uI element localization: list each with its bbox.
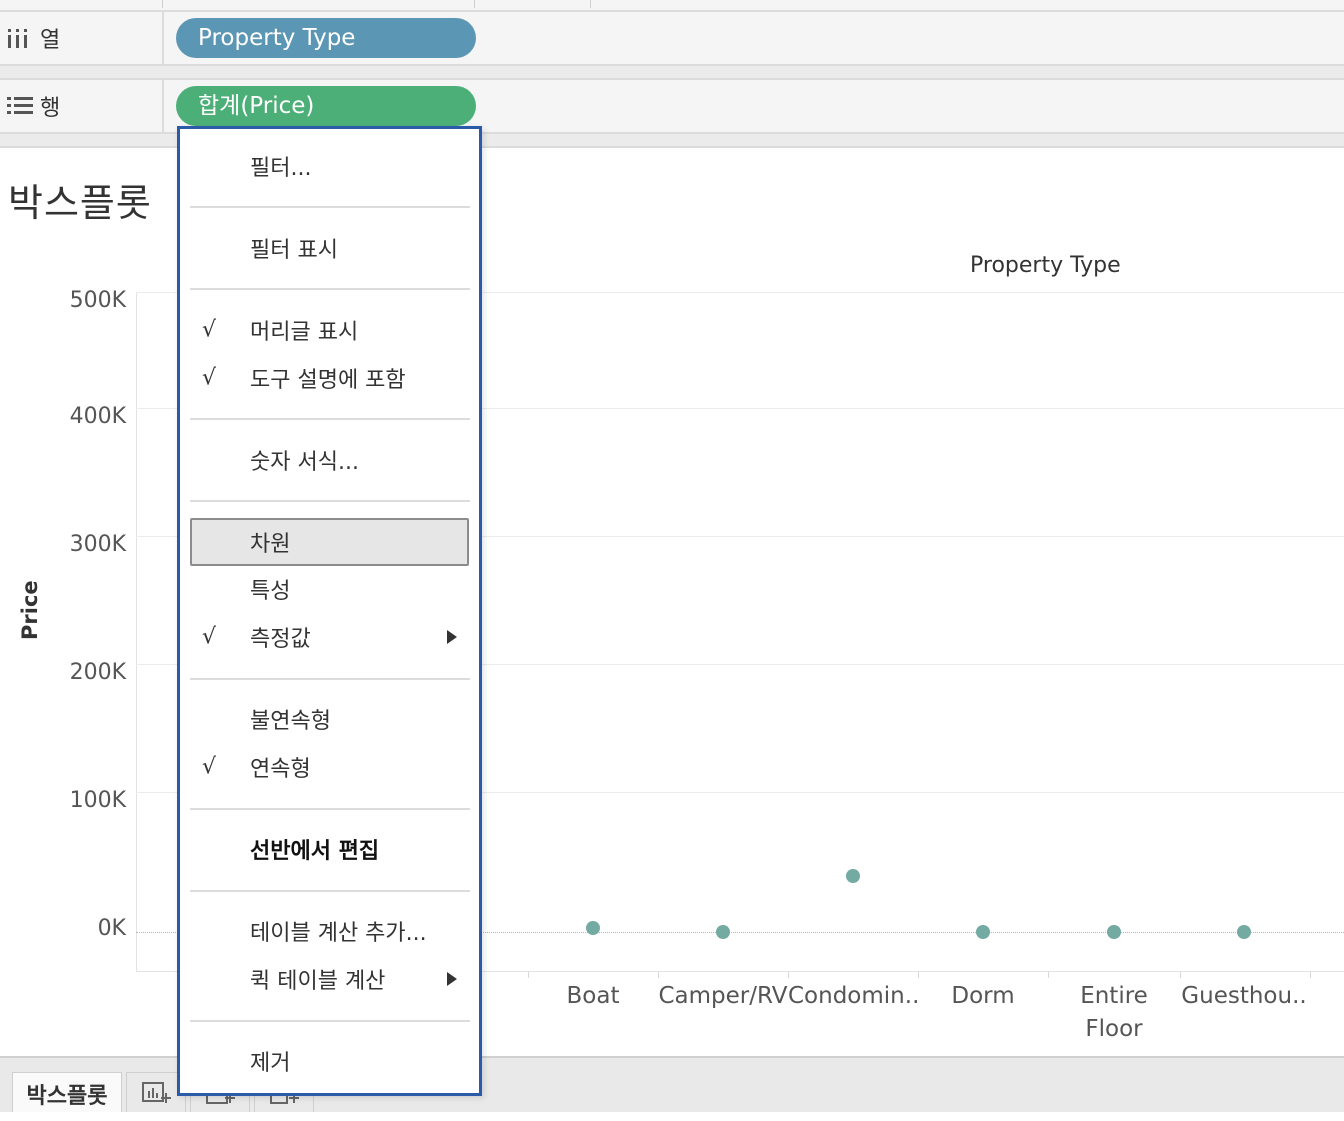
menu-item-measure[interactable]: √ 측정값: [180, 617, 479, 657]
menu-item-label: 측정값: [250, 627, 311, 652]
submenu-arrow-icon: [447, 972, 457, 986]
menu-item-label: 불연속형: [250, 709, 331, 734]
data-point[interactable]: [846, 868, 860, 883]
property-type-pill[interactable]: Property Type: [176, 18, 476, 58]
menu-item-label: 차원: [250, 532, 291, 557]
x-label-line: Entire: [1080, 983, 1148, 1009]
data-point[interactable]: [976, 925, 990, 939]
menu-item-label: 연속형: [250, 757, 311, 782]
menu-item-continuous[interactable]: √ 연속형: [180, 747, 479, 787]
x-category-label[interactable]: Boat: [528, 980, 658, 1013]
check-icon: √: [202, 624, 217, 650]
column-separator: [788, 972, 789, 978]
submenu-arrow-icon: [447, 630, 457, 644]
x-label-line: Boat: [566, 983, 620, 1009]
menu-separator: [190, 808, 470, 810]
y-axis-line: [136, 292, 137, 972]
menu-item-show-filter[interactable]: 필터 표시: [180, 228, 479, 268]
menu-item-label: 머리글 표시: [250, 320, 359, 345]
x-label-line: Dorm: [951, 983, 1015, 1009]
x-category-label[interactable]: Entire Floor: [1049, 980, 1179, 1046]
menu-separator: [190, 288, 470, 290]
menu-item-remove[interactable]: 제거: [180, 1041, 479, 1081]
sheet-tab-boxplot[interactable]: 박스플롯: [12, 1072, 122, 1112]
menu-separator: [190, 890, 470, 892]
sheet-title: 박스플롯: [8, 181, 152, 225]
menu-item-label: 숫자 서식...: [250, 450, 359, 475]
column-separator: [1048, 972, 1049, 978]
columns-shelf-label: 열: [0, 12, 164, 64]
columns-icon: [8, 29, 27, 48]
divider: [590, 0, 591, 8]
check-icon: √: [202, 754, 217, 780]
y-tick-label: 0K: [97, 916, 126, 941]
rows-shelf-label: 행: [0, 80, 164, 132]
menu-item-attribute[interactable]: 특성: [180, 569, 479, 609]
x-category-label[interactable]: Guesthou..: [1179, 980, 1309, 1013]
column-separator: [1180, 972, 1181, 978]
data-point[interactable]: [716, 925, 730, 939]
y-tick-label: 300K: [69, 532, 126, 557]
columns-shelf[interactable]: 열 Property Type: [0, 12, 1344, 66]
y-tick-label: 400K: [69, 404, 126, 429]
menu-item-label: 테이블 계산 추가...: [250, 921, 427, 946]
menu-item-label: 도구 설명에 포함: [250, 368, 406, 393]
sum-price-pill[interactable]: 합계(Price): [176, 86, 476, 126]
check-icon: √: [202, 365, 217, 391]
menu-separator: [190, 678, 470, 680]
column-separator: [658, 972, 659, 978]
menu-item-show-header[interactable]: √ 머리글 표시: [180, 310, 479, 350]
menu-item-edit-in-shelf[interactable]: 선반에서 편집: [180, 829, 479, 869]
menu-item-discrete[interactable]: 불연속형: [180, 699, 479, 739]
menu-item-filter[interactable]: 필터...: [180, 146, 479, 186]
menu-item-include-tooltip[interactable]: √ 도구 설명에 포함: [180, 358, 479, 398]
menu-item-dimension[interactable]: 차원: [190, 518, 469, 566]
data-point[interactable]: [586, 921, 600, 936]
x-label-line: Floor: [1085, 1016, 1143, 1042]
divider: [474, 0, 475, 8]
x-label-line: Guesthou..: [1181, 983, 1307, 1009]
column-header[interactable]: Property Type: [970, 253, 1121, 278]
x-label-line: Camper/RV: [658, 983, 788, 1009]
menu-separator: [190, 500, 470, 502]
menu-separator: [190, 206, 470, 208]
x-category-label[interactable]: Dorm: [918, 980, 1048, 1013]
menu-item-label: 필터 표시: [250, 238, 338, 263]
column-separator: [918, 972, 919, 978]
y-tick-label: 200K: [69, 660, 126, 685]
y-tick-label: 100K: [69, 788, 126, 813]
menu-item-label: 제거: [250, 1051, 291, 1076]
menu-item-quick-table-calc[interactable]: 퀵 테이블 계산: [180, 959, 479, 999]
y-axis-title[interactable]: Price: [18, 580, 42, 640]
x-category-label[interactable]: Condomin..: [788, 980, 920, 1013]
columns-label: 열: [40, 28, 61, 53]
menu-item-label: 선반에서 편집: [250, 839, 380, 864]
rows-icon: [7, 97, 33, 114]
shelf-divider: [0, 66, 1344, 80]
menu-separator: [190, 1020, 470, 1022]
rows-label: 행: [40, 96, 61, 121]
menu-item-add-table-calc[interactable]: 테이블 계산 추가...: [180, 911, 479, 951]
column-separator: [528, 972, 529, 978]
pill-context-menu: 필터... 필터 표시 √ 머리글 표시 √ 도구 설명에 포함 숫자 서식..…: [177, 126, 482, 1096]
menu-item-label: 퀵 테이블 계산: [250, 969, 386, 994]
column-separator: [1310, 972, 1311, 978]
toolbar-edge: [0, 0, 1344, 12]
data-point[interactable]: [1237, 925, 1251, 939]
menu-separator: [190, 418, 470, 420]
x-category-label[interactable]: Camper/RV: [658, 980, 788, 1013]
menu-item-label: 특성: [250, 579, 291, 604]
menu-item-format-number[interactable]: 숫자 서식...: [180, 440, 479, 480]
divider: [162, 0, 163, 8]
data-point[interactable]: [1107, 925, 1121, 939]
menu-item-label: 필터...: [250, 156, 312, 181]
check-icon: √: [202, 317, 217, 343]
x-label-line: Condomin..: [788, 983, 920, 1009]
y-tick-label: 500K: [69, 288, 126, 313]
